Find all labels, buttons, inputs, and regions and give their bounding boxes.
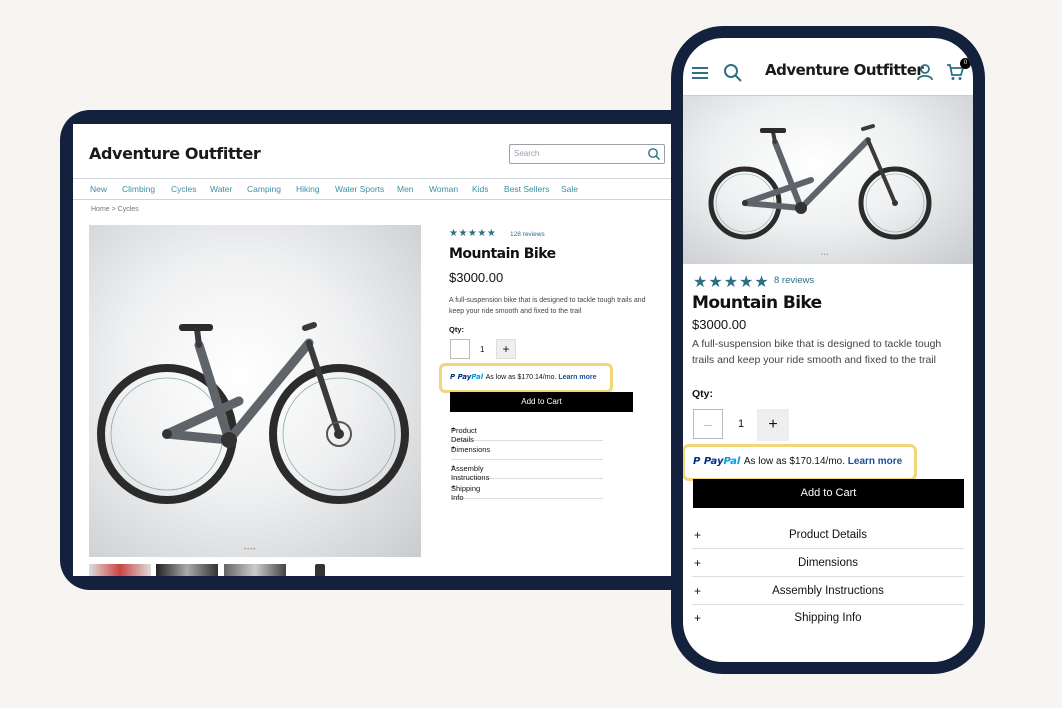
accordion-product-details[interactable]: + Product Details <box>692 521 964 549</box>
search-icon[interactable] <box>647 147 661 161</box>
hamburger-menu-icon[interactable] <box>692 67 708 79</box>
bike-illustration <box>97 322 409 504</box>
paypal-logo: P PayPal <box>450 373 484 381</box>
thumbnail[interactable] <box>156 564 218 576</box>
nav-item-new[interactable]: New <box>90 184 107 194</box>
paypal-logo: P PayPal <box>693 456 741 467</box>
accordion-product-details[interactable]: + Product Details <box>451 422 603 444</box>
paypal-offer-text: As low as $170.14/mo. <box>485 374 557 381</box>
desktop-header: Adventure Outfitter Search <box>73 124 693 178</box>
nav-item-sale[interactable]: Sale <box>561 184 578 194</box>
carousel-dots[interactable]: •••• <box>244 547 256 553</box>
thumbnail[interactable] <box>224 564 286 576</box>
thumbnail[interactable] <box>315 564 325 576</box>
product-price: $3000.00 <box>692 317 747 332</box>
product-image[interactable]: •••• <box>89 225 421 557</box>
accordion-dimensions[interactable]: + Dimensions <box>451 441 603 460</box>
paypal-learn-more-link[interactable]: Learn more <box>558 374 596 381</box>
bike-illustration <box>708 124 932 240</box>
star-rating-icon: ★★★★★ <box>693 274 770 291</box>
nav-item-kids[interactable]: Kids <box>472 184 489 194</box>
paypal-learn-more-link[interactable]: Learn more <box>848 456 902 467</box>
desktop-screen: Adventure Outfitter Search New Climbing … <box>73 124 693 576</box>
main-nav: New Climbing Cycles Water Camping Hiking… <box>73 178 693 200</box>
product-price: $3000.00 <box>449 270 504 285</box>
site-logo[interactable]: Adventure Outfitter <box>765 61 924 79</box>
thumbnail[interactable] <box>89 564 151 576</box>
qty-label: Qty: <box>692 388 713 400</box>
search-placeholder: Search <box>514 149 540 158</box>
mobile-screen: Adventure Outfitter 0 ••• ★★★★★ 8 review… <box>683 38 973 662</box>
reviews-link[interactable]: 128 reviews <box>510 231 545 238</box>
accordion-assembly-instructions[interactable]: + Assembly Instructions <box>692 577 964 605</box>
accordion-shipping-info[interactable]: + Shipping Info <box>451 480 603 502</box>
accordion-label: Shipping Info <box>794 612 862 624</box>
qty-decrement-button[interactable]: – <box>693 409 723 439</box>
search-icon[interactable] <box>723 63 743 83</box>
add-to-cart-button[interactable]: Add to Cart <box>693 479 964 508</box>
product-description: A full-suspension bike that is designed … <box>449 297 646 315</box>
qty-value[interactable]: 1 <box>480 345 484 354</box>
paypal-message[interactable]: P PayPal As low as $170.14/mo. Learn mor… <box>683 444 917 481</box>
thumbnail-strip <box>89 564 429 576</box>
user-account-icon[interactable] <box>916 63 934 81</box>
qty-increment-button[interactable]: + <box>757 409 789 441</box>
add-to-cart-button[interactable]: Add to Cart <box>450 392 633 412</box>
cart-count-badge: 0 <box>960 58 971 69</box>
nav-item-men[interactable]: Men <box>397 184 414 194</box>
paypal-offer-text: As low as $170.14/mo. <box>743 456 845 467</box>
paypal-p-icon: P <box>693 456 704 467</box>
product-title: Mountain Bike <box>692 293 822 313</box>
accordion-label: + Dimensions <box>451 443 491 454</box>
nav-item-climbing[interactable]: Climbing <box>122 184 155 194</box>
product-image[interactable]: ••• <box>683 96 973 264</box>
nav-item-woman[interactable]: Woman <box>429 184 458 194</box>
star-rating-icon: ★★★★★ <box>449 228 497 239</box>
qty-label: Qty: <box>449 325 464 334</box>
carousel-dots[interactable]: ••• <box>821 252 829 258</box>
paypal-message[interactable]: P PayPal As low as $170.14/mo. Learn mor… <box>439 363 613 393</box>
breadcrumb[interactable]: Home > Cycles <box>91 206 139 213</box>
accordion-assembly-instructions[interactable]: + Assembly Instructions <box>451 460 603 482</box>
accordion-label: Dimensions <box>797 557 859 569</box>
reviews-link[interactable]: 8 reviews <box>774 275 814 286</box>
site-logo[interactable]: Adventure Outfitter <box>89 144 261 163</box>
accordion-label: Assembly Instructions <box>772 585 884 597</box>
qty-value[interactable]: 1 <box>738 418 744 430</box>
accordion-label: Product Details <box>789 529 867 541</box>
accordion-dimensions[interactable]: + Dimensions <box>692 549 964 577</box>
accordion-label: + Assembly Instructions <box>451 462 490 482</box>
accordion-label: + Product Details <box>451 424 477 444</box>
product-description: A full-suspension bike that is designed … <box>692 338 942 366</box>
product-title: Mountain Bike <box>449 246 556 262</box>
accordion-label: + Shipping Info <box>451 482 481 502</box>
paypal-p-icon: P <box>450 373 458 381</box>
nav-item-camping[interactable]: Camping <box>247 184 281 194</box>
nav-item-hiking[interactable]: Hiking <box>296 184 320 194</box>
nav-item-water-sports[interactable]: Water Sports <box>335 184 384 194</box>
nav-item-cycles[interactable]: Cycles <box>171 184 197 194</box>
qty-decrement-button[interactable] <box>450 339 470 359</box>
qty-increment-button[interactable]: + <box>496 339 516 359</box>
accordion-shipping-info[interactable]: + Shipping Info <box>692 604 964 632</box>
search-input[interactable]: Search <box>509 144 665 164</box>
nav-item-water[interactable]: Water <box>210 184 232 194</box>
nav-item-best-sellers[interactable]: Best Sellers <box>504 184 549 194</box>
